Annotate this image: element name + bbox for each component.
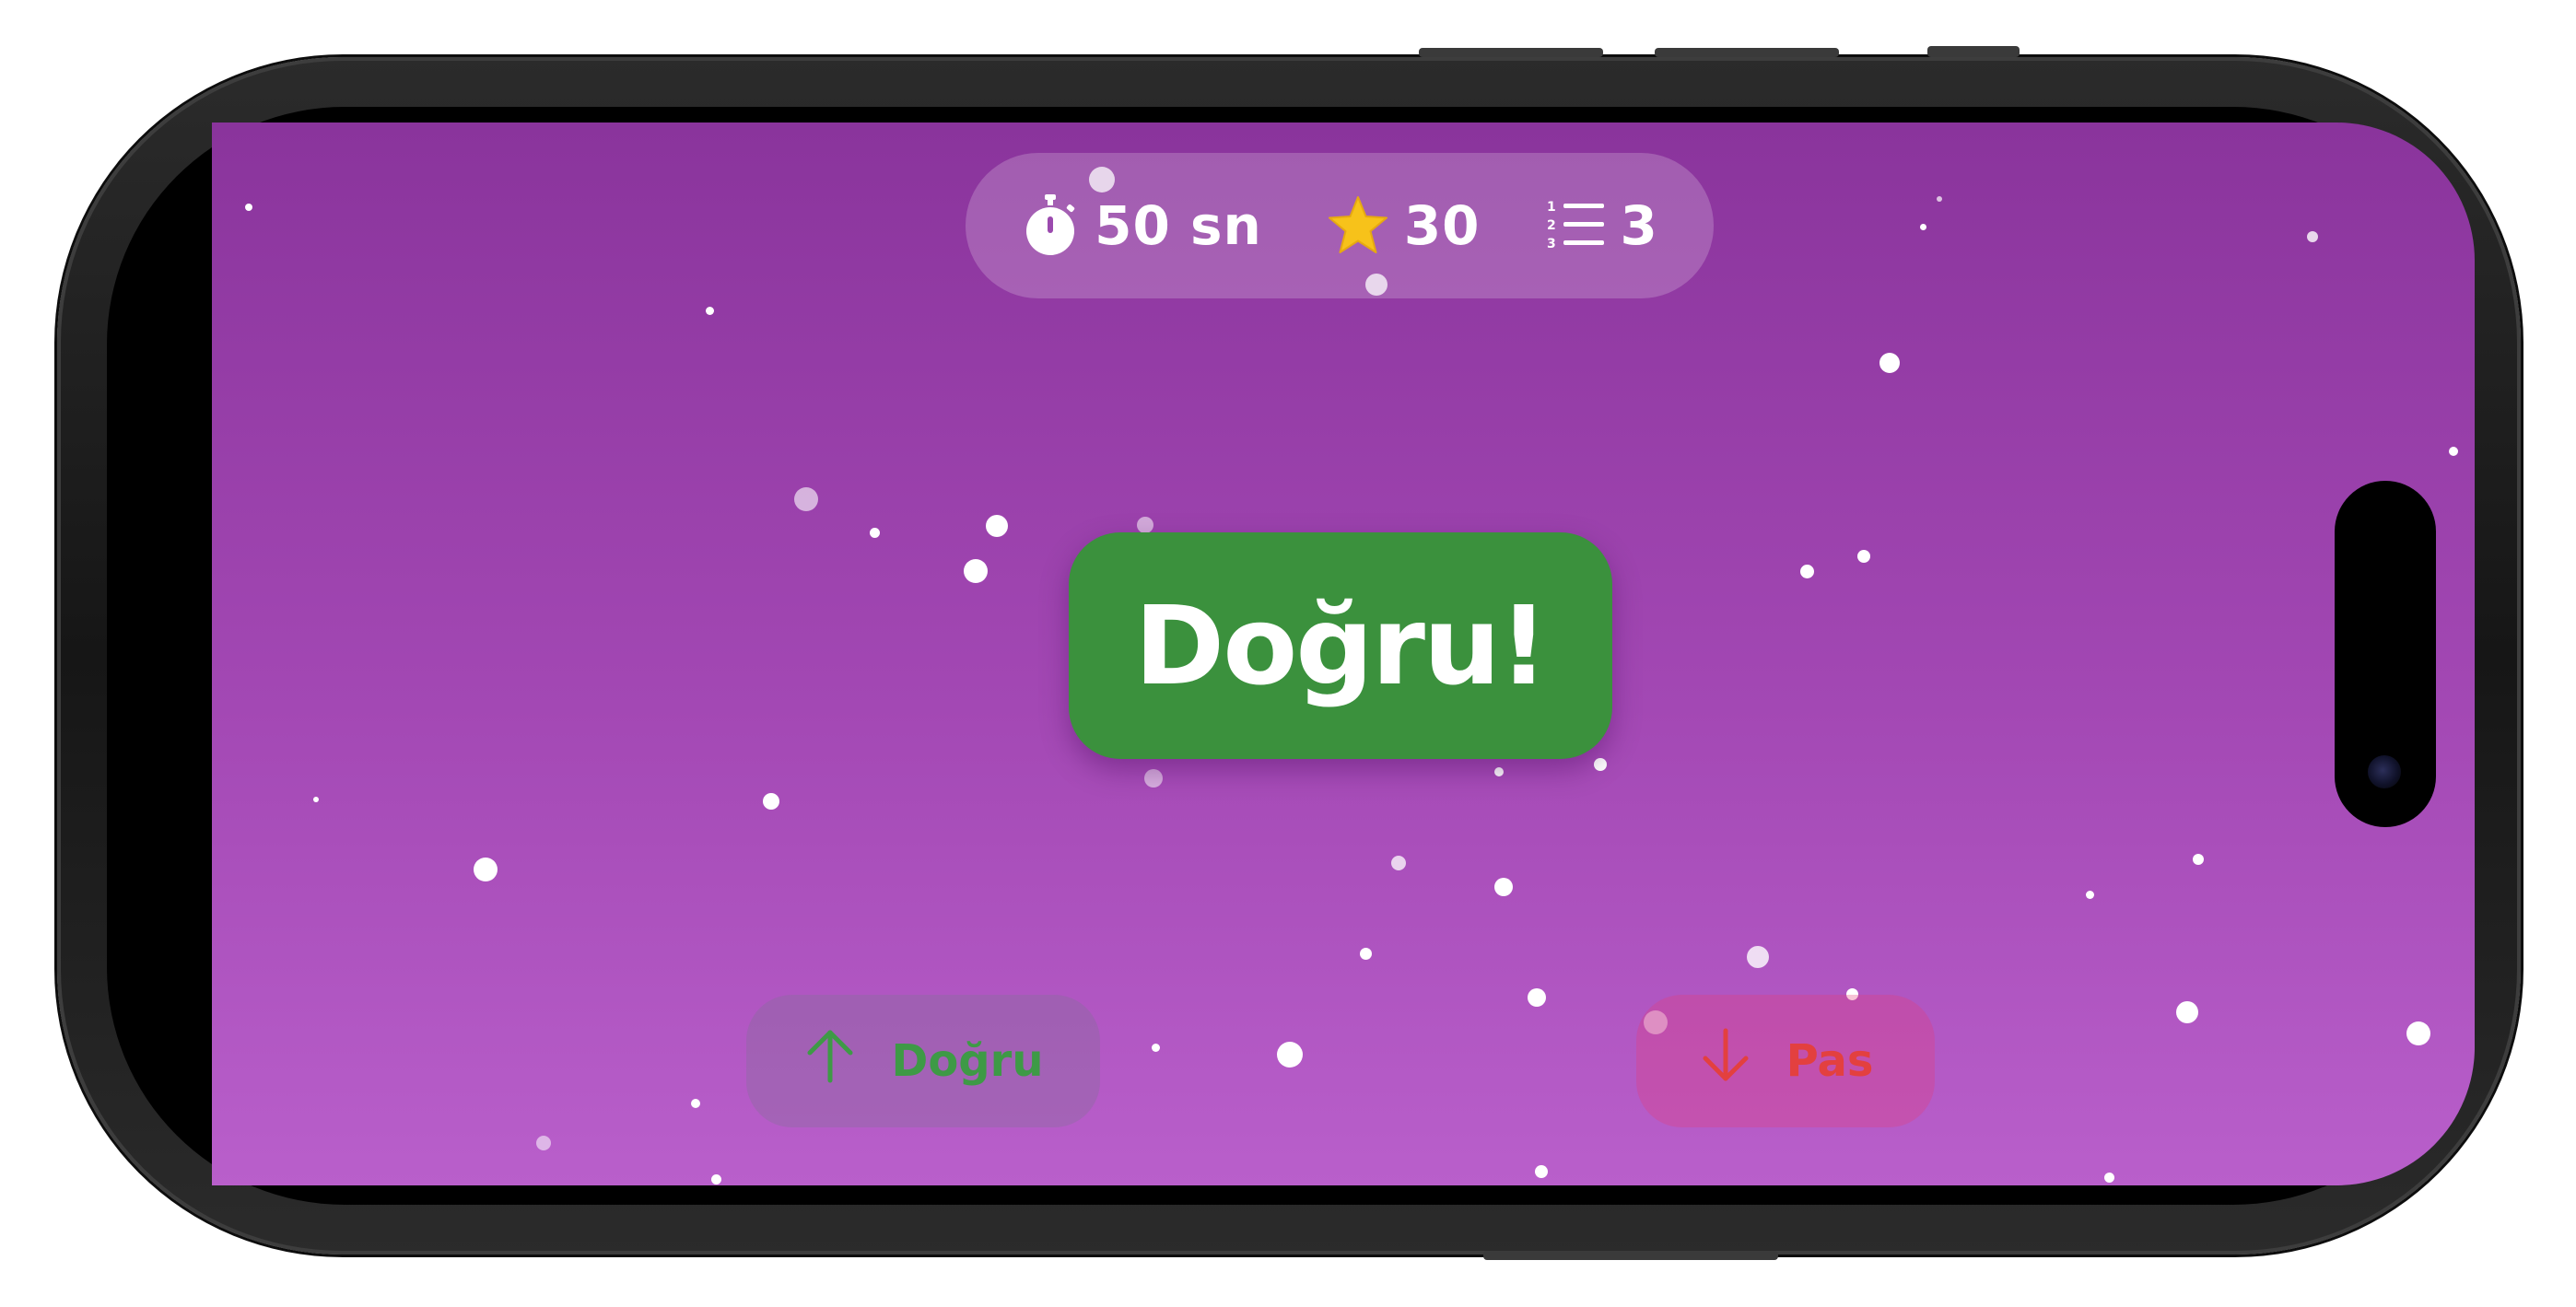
confetti-dot: [1360, 948, 1372, 960]
confetti-dot: [313, 797, 319, 802]
confetti-dot: [1494, 878, 1513, 896]
confetti-dot: [1747, 946, 1769, 968]
confetti-dot: [1494, 767, 1504, 776]
confetti-dot: [711, 1174, 721, 1184]
round-display: 1 2 3 3: [1545, 194, 1658, 257]
camera-lens: [2368, 755, 2401, 788]
game-status-bar: 50 sn 30 1 2 3 3: [966, 153, 1714, 298]
confetti-dot: [2176, 1001, 2198, 1023]
power-button: [1483, 1251, 1778, 1260]
confetti-dot: [2104, 1173, 2114, 1183]
confetti-dot: [794, 487, 818, 511]
confetti-dot: [870, 528, 880, 538]
star-icon: [1327, 195, 1389, 256]
confetti-dot: [2086, 891, 2094, 899]
timer-display: 50 sn: [1021, 193, 1262, 259]
confetti-dot: [964, 559, 988, 583]
arrow-down-icon: [1698, 1027, 1753, 1095]
confetti-dot: [1391, 856, 1406, 870]
score-value: 30: [1403, 194, 1481, 257]
pass-button-label: Pas: [1786, 1035, 1874, 1087]
correct-button-label: Doğru: [891, 1035, 1044, 1087]
confetti-dot: [1144, 769, 1163, 788]
confetti-dot: [2193, 854, 2204, 865]
confetti-dot: [2449, 447, 2458, 456]
confetti-dot: [1879, 353, 1900, 373]
confetti-dot: [1277, 1042, 1303, 1068]
confetti-dot: [691, 1099, 700, 1108]
volume-down-button: [1655, 48, 1839, 57]
confetti-dot: [1152, 1044, 1160, 1052]
arrow-up-icon: [802, 1027, 858, 1095]
confetti-dot: [1528, 988, 1546, 1007]
action-button: [1927, 46, 2020, 57]
confetti-dot: [2307, 231, 2318, 242]
confetti-dot: [706, 307, 714, 315]
result-banner: Doğru!: [1069, 532, 1612, 759]
confetti-dot: [474, 858, 498, 881]
svg-text:2: 2: [1547, 218, 1557, 233]
stopwatch-icon: [1021, 193, 1080, 259]
confetti-dot: [1937, 196, 1942, 202]
correct-button[interactable]: Doğru: [746, 995, 1100, 1127]
round-value: 3: [1620, 194, 1658, 257]
score-display: 30: [1327, 194, 1481, 257]
svg-text:1: 1: [1547, 200, 1557, 215]
confetti-dot: [1594, 758, 1607, 771]
numbered-list-icon: 1 2 3: [1545, 198, 1606, 253]
volume-up-button: [1419, 48, 1603, 57]
confetti-dot: [986, 515, 1008, 537]
confetti-dot: [1800, 565, 1814, 578]
svg-text:3: 3: [1547, 237, 1557, 251]
confetti-dot: [1137, 517, 1153, 533]
confetti-dot: [763, 793, 779, 810]
pass-button[interactable]: Pas: [1636, 995, 1935, 1127]
confetti-dot: [1857, 550, 1870, 563]
confetti-dot: [1920, 224, 1926, 230]
confetti-dot: [536, 1136, 551, 1150]
result-text: Doğru!: [1134, 582, 1548, 709]
timer-value: 50 sn: [1095, 194, 1262, 257]
confetti-dot: [2406, 1021, 2430, 1045]
confetti-dot: [245, 204, 252, 211]
confetti-dot: [1535, 1165, 1548, 1178]
